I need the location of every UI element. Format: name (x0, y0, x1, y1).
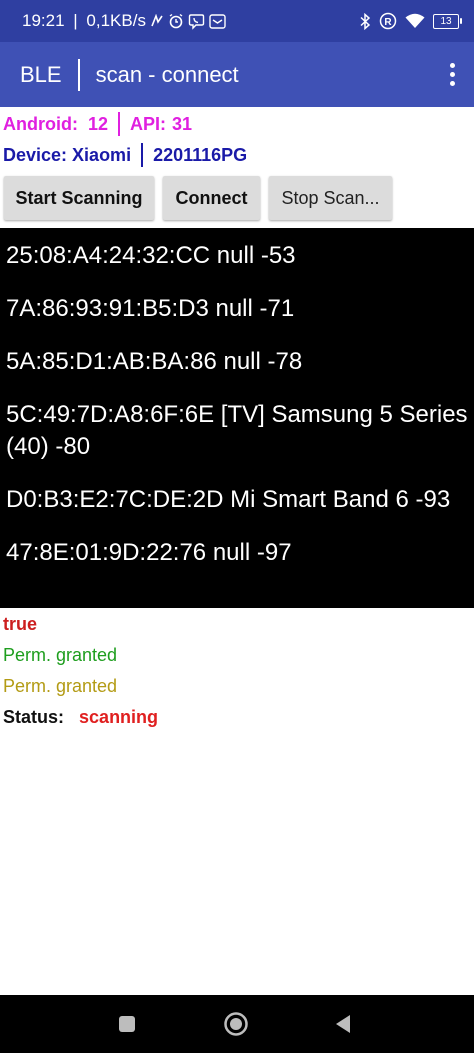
list-item[interactable]: 25:08:A4:24:32:CC null -53 (6, 240, 468, 272)
scan-status-row: Status: scanning (3, 707, 158, 728)
nfc-icon (150, 14, 164, 28)
alarm-icon (168, 13, 184, 29)
status-divider: | (68, 11, 83, 30)
device-list[interactable]: 25:08:A4:24:32:CC null -53 7A:86:93:91:B… (0, 228, 474, 608)
device-brand: Xiaomi (72, 144, 132, 165)
status-label: Status: (3, 707, 65, 727)
api-level: 31 (172, 113, 193, 134)
android-label: Android: (3, 113, 78, 134)
list-item[interactable]: D0:B3:E2:7C:DE:2D Mi Smart Band 6 -93 (6, 484, 468, 516)
api-label: API: (130, 113, 167, 134)
registered-icon: R (379, 12, 397, 30)
app-title-ble: BLE (20, 61, 62, 87)
home-icon[interactable] (206, 995, 266, 1053)
battery-tip (460, 18, 462, 24)
permission-status-1: Perm. granted (3, 645, 118, 665)
status-speed: 0,1KB/s (86, 11, 146, 30)
scan-result-flag: true (3, 614, 38, 634)
device-label: Device: (3, 144, 68, 165)
list-item[interactable]: 47:8E:01:9D:22:76 null -97 (6, 537, 468, 569)
app-title-subtitle: scan - connect (95, 61, 239, 87)
list-item[interactable]: 7A:86:93:91:B5:D3 null -71 (6, 293, 468, 325)
overflow-dot (449, 63, 455, 68)
connect-button[interactable]: Connect (163, 176, 260, 220)
device-info-row: Device: Xiaomi 2201116PG (3, 143, 247, 167)
info-separator (141, 143, 144, 167)
overflow-dot (449, 81, 455, 86)
start-scanning-button[interactable]: Start Scanning (4, 176, 154, 220)
back-icon[interactable] (313, 995, 373, 1053)
overflow-dot (449, 72, 455, 77)
screen: 19:21 | 0,1KB/s R 13 BLE scan - connect … (0, 0, 474, 1053)
info-separator (118, 112, 121, 136)
status-time: 19:21 (22, 11, 65, 30)
app-title: BLE scan - connect (20, 58, 239, 91)
navigation-bar (0, 995, 474, 1053)
title-separator (77, 58, 80, 91)
android-version: 12 (87, 113, 109, 134)
status-right: R 13 (359, 12, 462, 30)
svg-text:R: R (384, 17, 392, 28)
status-left: 19:21 | 0,1KB/s (22, 11, 226, 31)
list-item[interactable]: 5A:85:D1:AB:BA:86 null -78 (6, 346, 468, 378)
status-bar: 19:21 | 0,1KB/s R 13 (0, 0, 474, 42)
list-item[interactable]: 5C:49:7D:A8:6F:6E [TV] Samsung 5 Series … (6, 399, 468, 463)
battery-level: 13 (433, 13, 459, 29)
mail-icon (209, 13, 226, 29)
status-value: scanning (79, 707, 159, 727)
wifi-icon (405, 13, 425, 29)
app-bar: BLE scan - connect (0, 42, 474, 107)
android-info-row: Android: 12 API: 31 (3, 112, 192, 136)
more-vert-icon[interactable] (442, 60, 462, 90)
bluetooth-icon (359, 12, 371, 30)
viber-icon (188, 13, 205, 30)
permission-status-2: Perm. granted (3, 676, 118, 696)
stop-scan-button[interactable]: Stop Scan... (269, 176, 392, 220)
battery-icon: 13 (433, 13, 462, 29)
device-model: 2201116PG (153, 144, 248, 165)
recents-icon[interactable] (97, 995, 157, 1053)
